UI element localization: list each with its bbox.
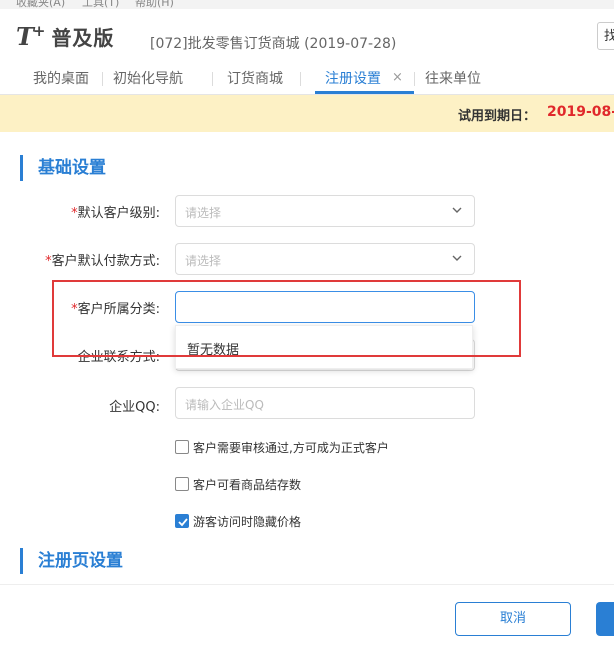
header-search-button[interactable]: 找 [597, 22, 614, 50]
customer-level-label: *默认客户级别: [71, 206, 160, 221]
show-stock-checkbox[interactable] [175, 477, 189, 491]
chevron-down-icon [452, 207, 462, 213]
customer-level-select[interactable]: 请选择 [175, 195, 475, 227]
cancel-button[interactable]: 取消 [455, 602, 571, 636]
review-required-label: 客户需要审核通过,方可成为正式客户 [193, 441, 389, 455]
save-button[interactable] [596, 602, 614, 636]
trial-banner: 试用到期日： 2019-08-2 [0, 95, 614, 132]
close-icon[interactable]: × [392, 70, 403, 86]
trial-label: 试用到期日： [458, 109, 537, 124]
tab-order-mall[interactable]: 订货商城 [227, 62, 283, 94]
tab-my-desktop[interactable]: 我的桌面 [33, 62, 89, 94]
hide-price-label: 游客访问时隐藏价格 [193, 515, 302, 529]
tab-divider [414, 72, 415, 86]
payment-method-select[interactable]: 请选择 [175, 243, 475, 275]
menu-item-favorites[interactable]: 收藏夹(A) [16, 0, 65, 9]
app-logo: T + 普及版 [16, 21, 115, 51]
chevron-down-icon [452, 255, 462, 261]
app-header: T + 普及版 [072]批发零售订货商城 (2019-07-28) 找 [0, 9, 614, 61]
show-stock-label: 客户可看商品结存数 [193, 478, 302, 492]
logo-text: 普及版 [51, 25, 115, 50]
section-title-register-page: 注册页设置 [20, 548, 123, 574]
logo-mark: T [16, 21, 34, 51]
qq-placeholder: 请输入企业QQ [185, 398, 264, 412]
qq-label: 企业QQ: [109, 400, 160, 415]
trial-date: 2019-08-2 [547, 104, 614, 120]
customer-level-placeholder: 请选择 [185, 206, 222, 220]
tab-divider [300, 72, 301, 86]
tab-divider [212, 72, 213, 86]
company-title: [072]批发零售订货商城 (2019-07-28) [150, 36, 397, 52]
tab-divider [102, 72, 103, 86]
highlight-box [52, 280, 521, 357]
tab-partners[interactable]: 往来单位 [425, 62, 481, 94]
payment-method-label: *客户默认付款方式: [45, 254, 160, 269]
menu-item-tools[interactable]: 工具(T) [82, 0, 119, 9]
payment-method-placeholder: 请选择 [185, 254, 222, 268]
review-required-checkbox[interactable] [175, 440, 189, 454]
section-title-basic: 基础设置 [20, 155, 106, 181]
logo-plus: + [32, 22, 46, 40]
menu-item-help[interactable]: 帮助(H) [135, 0, 174, 9]
active-tab-indicator [315, 91, 414, 94]
tab-register-settings[interactable]: 注册设置 [325, 62, 381, 94]
tab-init-nav[interactable]: 初始化导航 [113, 62, 183, 94]
footer-bar: 取消 [0, 584, 614, 656]
menu-bar: 收藏夹(A) 工具(T) 帮助(H) [0, 0, 614, 9]
qq-input[interactable]: 请输入企业QQ [175, 387, 475, 419]
checkmark-icon [178, 518, 188, 527]
hide-price-checkbox[interactable] [175, 514, 189, 528]
tab-bar: 我的桌面 初始化导航 订货商城 注册设置 × 往来单位 [0, 62, 614, 95]
